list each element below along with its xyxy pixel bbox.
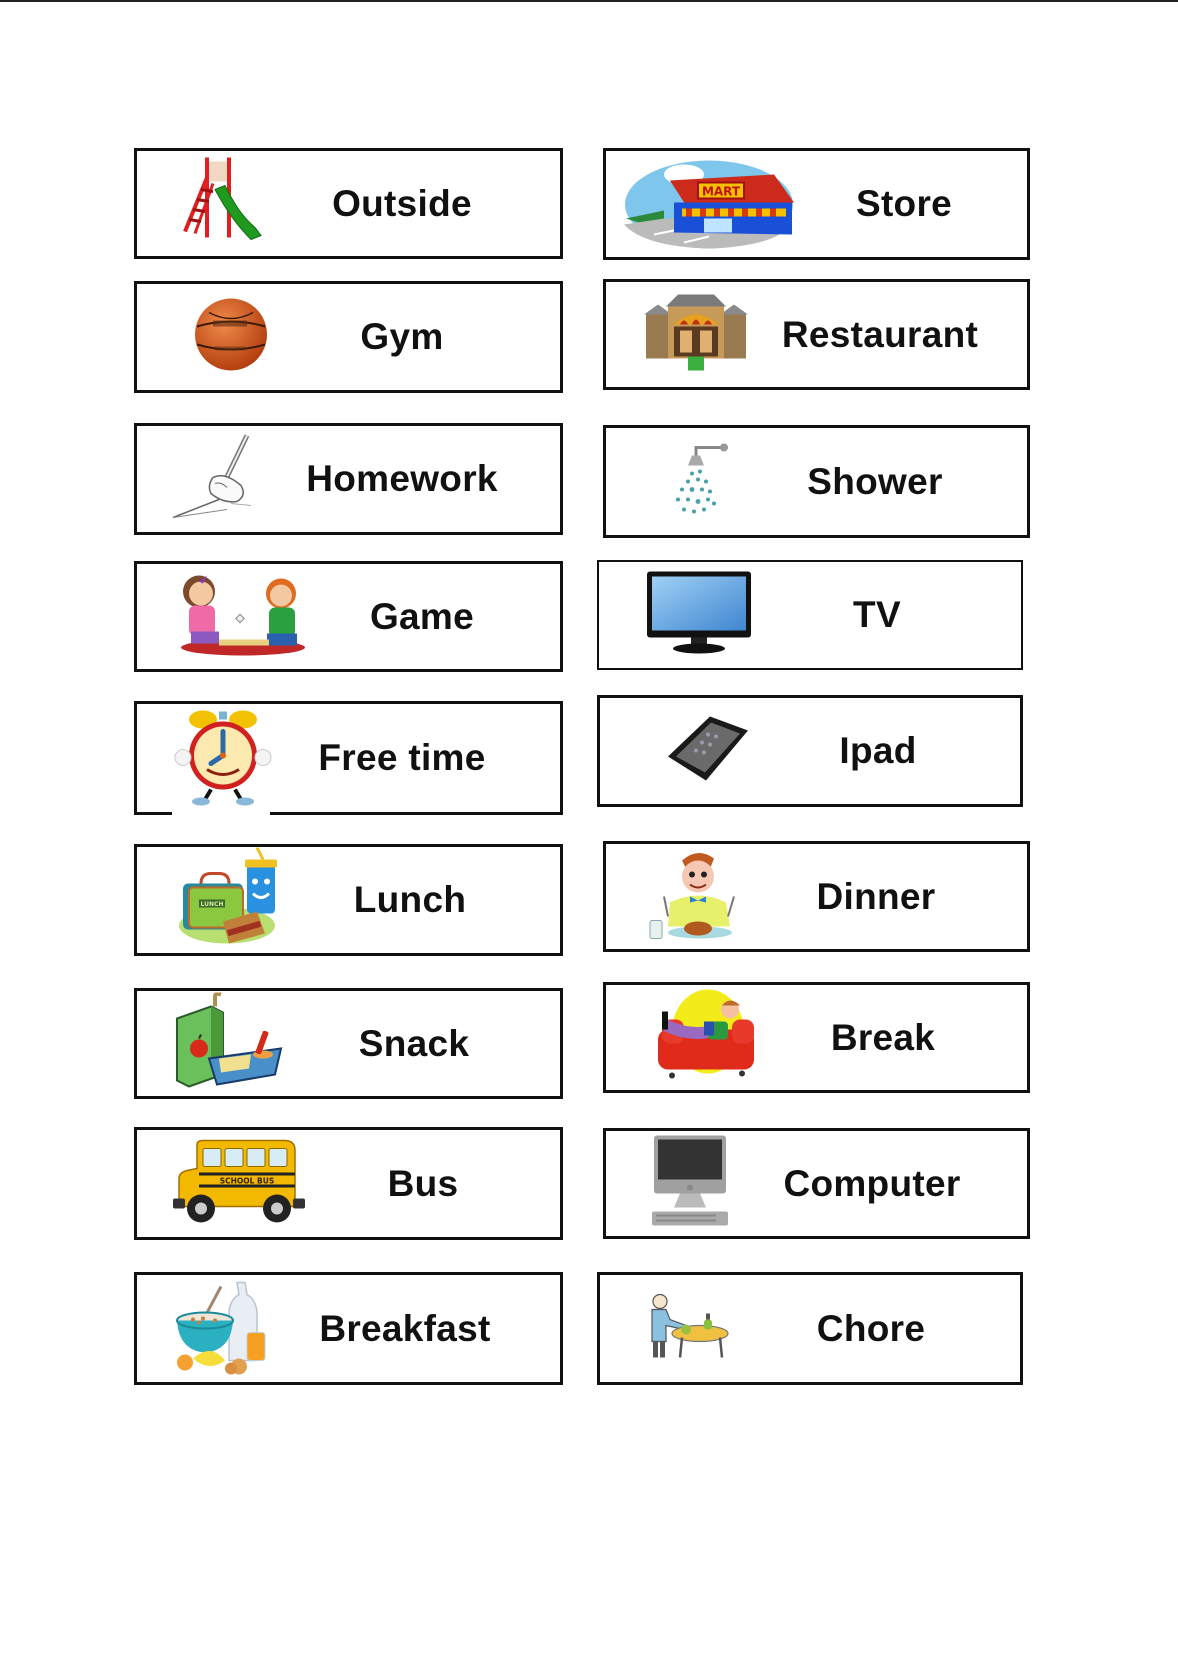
card-store[interactable]: MART Store — [603, 148, 1030, 260]
card-label: TV — [853, 594, 901, 635]
alarm-clock-character-icon — [173, 706, 273, 811]
card-label: Computer — [783, 1162, 961, 1204]
card-label: Outside — [332, 182, 472, 224]
card-game[interactable]: Game — [134, 561, 563, 672]
mart-store-icon: MART — [624, 153, 794, 256]
card-outside[interactable]: Outside — [134, 148, 563, 259]
card-label: Break — [830, 1016, 936, 1058]
tablet-icon — [664, 715, 750, 788]
card-label: Dinner — [816, 875, 936, 917]
card-label: Lunch — [353, 879, 467, 920]
card-ipad[interactable]: Ipad — [597, 695, 1023, 807]
hand-writing-pencil-icon — [171, 432, 261, 527]
card-bus[interactable]: SCHOOL BUS Bus — [134, 1127, 563, 1240]
card-label: Gym — [360, 316, 444, 357]
card-snack[interactable]: Snack — [134, 988, 563, 1099]
card-gym[interactable]: Gym — [134, 281, 563, 393]
boy-eating-dinner-icon — [648, 846, 750, 947]
playground-slide-icon — [175, 153, 271, 254]
school-bus-icon: SCHOOL BUS — [173, 1136, 305, 1231]
card-label: Restaurant — [781, 313, 979, 355]
card-shower[interactable]: Shower — [603, 425, 1030, 538]
juice-box-snack-tray-icon — [171, 991, 289, 1095]
restaurant-building-icon — [644, 290, 748, 379]
page-top-rule — [0, 0, 1178, 2]
card-restaurant[interactable]: Restaurant — [603, 279, 1030, 390]
card-label: Shower — [807, 460, 943, 502]
card-lunch[interactable]: LUNCH Lunch — [134, 844, 563, 956]
store-sign-text: MART — [702, 185, 741, 199]
card-tv[interactable]: TV — [597, 560, 1023, 670]
kids-playing-board-game-icon — [179, 571, 309, 662]
television-icon — [647, 571, 751, 659]
card-free-time[interactable]: Free time — [134, 701, 563, 815]
card-label: Snack — [358, 1022, 470, 1064]
free-time-border-gap — [172, 811, 270, 815]
card-computer[interactable]: Computer — [603, 1128, 1030, 1239]
card-label: Free time — [318, 737, 486, 778]
card-label: Game — [369, 595, 475, 637]
basketball-icon — [193, 297, 269, 378]
shower-head-icon — [670, 441, 732, 522]
card-label: Ipad — [839, 730, 917, 771]
cereal-bowl-milk-icon — [175, 1276, 275, 1381]
person-resting-on-couch-icon — [656, 989, 756, 1086]
card-breakfast[interactable]: Breakfast — [134, 1272, 563, 1385]
person-wiping-table-icon — [646, 1293, 732, 1364]
card-label: Store — [855, 183, 953, 224]
card-label: Bus — [387, 1162, 459, 1204]
card-dinner[interactable]: Dinner — [603, 841, 1030, 952]
card-label: Homework — [306, 458, 498, 499]
card-label: Breakfast — [319, 1307, 491, 1349]
lunchbox-drink-sandwich-icon: LUNCH — [177, 846, 285, 953]
bus-sign-text: SCHOOL BUS — [220, 1176, 275, 1185]
card-label: Chore — [816, 1307, 926, 1349]
desktop-computer-icon — [652, 1135, 728, 1232]
card-chore[interactable]: Chore — [597, 1272, 1023, 1385]
lunchbox-sign-text: LUNCH — [201, 901, 224, 908]
card-homework[interactable]: Homework — [134, 423, 563, 535]
card-break[interactable]: Break — [603, 982, 1030, 1093]
